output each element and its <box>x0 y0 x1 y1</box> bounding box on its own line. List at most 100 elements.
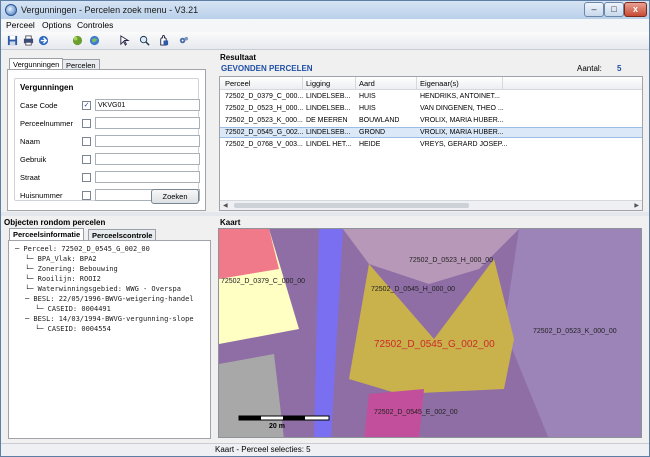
globe-green-icon[interactable] <box>72 35 83 46</box>
zoom-icon[interactable] <box>139 35 150 46</box>
table-row-selected[interactable]: 72502_D_0545_G_002... LINDELSEB... GROND… <box>220 127 642 138</box>
menu-options[interactable]: Options <box>42 20 71 30</box>
gebruik-checkbox[interactable] <box>82 155 91 164</box>
title-bar[interactable]: Vergunningen - Percelen zoek menu - V3.2… <box>1 1 649 19</box>
menu-bar: Perceel Options Controles <box>1 19 649 32</box>
field-label-case-code: Case Code <box>20 101 58 110</box>
count-value: 5 <box>617 64 622 73</box>
scroll-right-icon[interactable]: ▶ <box>634 202 639 209</box>
cell-aard: BOUWLAND <box>359 117 400 124</box>
col-ligging[interactable]: Ligging <box>306 79 330 88</box>
pan-icon[interactable] <box>158 35 169 46</box>
cell-aard: HEIDE <box>359 141 381 148</box>
table-row[interactable]: 72502_D_0523_K_000... DE MEEREN BOUWLAND… <box>220 116 642 127</box>
perceel-info-tree: ─ Perceel: 72502_D_0545_G_002_00 └─ BPA_… <box>8 240 211 439</box>
map-label: 72502_D_0545_E_002_00 <box>374 409 458 416</box>
tree-node[interactable]: ─ BESL: 22/05/1996-BWVG-weigering-handel <box>25 295 194 303</box>
map-pane-title: Kaart <box>220 218 241 227</box>
map-label: 72502_D_0523_H_000_00 <box>409 257 494 264</box>
cell-eigenaar: VROLIX, MARIA HUBER... <box>420 117 504 124</box>
cell-perceel: 72502_D_0379_C_000... <box>225 93 304 100</box>
col-divider <box>502 77 503 90</box>
globe-blue-icon[interactable] <box>89 35 100 46</box>
menu-perceel[interactable]: Perceel <box>6 20 35 30</box>
naam-input[interactable] <box>95 135 200 147</box>
cell-perceel: 72502_D_0768_V_003... <box>225 141 303 148</box>
cell-perceel: 72502_D_0545_G_002... <box>225 129 304 136</box>
cell-aard: HUIS <box>359 105 376 112</box>
col-aard[interactable]: Aard <box>359 79 375 88</box>
cell-ligging: LINDELSEB... <box>306 129 351 136</box>
result-pane-title: Resultaat <box>220 53 257 62</box>
field-label-perceelnummer: Perceelnummer <box>20 119 73 128</box>
huisnummer-checkbox[interactable] <box>82 191 91 200</box>
map-label: 72502_D_0523_K_000_00 <box>533 328 617 335</box>
scale-bar-segment <box>239 416 261 420</box>
col-divider <box>302 77 303 90</box>
map-label: 72502_D_0545_H_000_00 <box>371 286 456 293</box>
tree-node[interactable]: └─ Waterwinningsgebied: WWG - Overspa <box>25 285 181 293</box>
cell-ligging: LINDELSEB... <box>306 105 351 112</box>
col-perceel[interactable]: Perceel <box>225 79 250 88</box>
perceelnummer-checkbox[interactable] <box>82 119 91 128</box>
field-label-gebruik: Gebruik <box>20 155 47 164</box>
tab-perceelscontrole[interactable]: Perceelscontrole <box>88 229 157 240</box>
print-icon[interactable] <box>23 35 34 46</box>
tree-node[interactable]: └─ Zonering: Bebouwing <box>25 265 118 273</box>
perceelnummer-input[interactable] <box>95 117 200 129</box>
tree-node-perceel[interactable]: ─ Perceel: 72502_D_0545_G_002_00 <box>15 245 150 253</box>
table-row[interactable]: 72502_D_0523_H_000... LINDELSEB... HUIS … <box>220 104 642 115</box>
tree-node[interactable]: └─ BPA_Vlak: BPA2 <box>25 255 97 263</box>
col-divider <box>416 77 417 90</box>
scroll-left-icon[interactable]: ◀ <box>223 202 228 209</box>
case-code-input[interactable]: VKVG01 <box>95 99 200 111</box>
select-arrow-icon[interactable] <box>119 35 130 46</box>
map-label: 72502_D_0379_C_000_00 <box>221 278 306 285</box>
status-bar: Kaart - Perceel selecties: 5 <box>1 443 649 456</box>
window-title: Vergunningen - Percelen zoek menu - V3.2… <box>21 5 199 15</box>
gebruik-input[interactable] <box>95 153 200 165</box>
settings-icon[interactable] <box>178 35 189 46</box>
field-label-straat: Straat <box>20 173 41 182</box>
status-text: Kaart - Perceel selecties: 5 <box>215 445 311 454</box>
save-icon[interactable] <box>7 35 18 46</box>
close-button[interactable]: x <box>624 2 647 17</box>
tree-node[interactable]: └─ CASEID: 0004491 <box>35 305 111 313</box>
cell-aard: GROND <box>359 129 386 136</box>
table-row[interactable]: 72502_D_0379_C_000... LINDELSEB... HUIS … <box>220 92 642 103</box>
cell-eigenaar: VROLIX, MARIA HUBER... <box>420 129 504 136</box>
toolbar <box>1 32 649 50</box>
tree-node[interactable]: └─ Rooilijn: ROOI2 <box>25 275 101 283</box>
cell-perceel: 72502_D_0523_K_000... <box>225 117 303 124</box>
grid-header: Perceel Ligging Aard Eigenaar(s) <box>220 77 642 90</box>
export-icon[interactable] <box>38 35 49 46</box>
straat-checkbox[interactable] <box>82 173 91 182</box>
map-canvas[interactable]: 72502_D_0379_C_000_00 72502_D_0523_H_000… <box>218 228 642 438</box>
field-label-huisnummer: Huisnummer <box>20 191 63 200</box>
table-row[interactable]: 72502_D_0768_V_003... LINDEL HET... HEID… <box>220 140 642 151</box>
result-heading: GEVONDEN PERCELEN <box>221 64 313 73</box>
cell-ligging: LINDEL HET... <box>306 141 352 148</box>
naam-checkbox[interactable] <box>82 137 91 146</box>
search-panel: Vergunningen Case Code ✓ VKVG01 Perceeln… <box>7 69 206 211</box>
col-eigenaar[interactable]: Eigenaar(s) <box>420 79 459 88</box>
results-grid: Perceel Ligging Aard Eigenaar(s) 72502_D… <box>219 76 643 211</box>
scroll-thumb[interactable] <box>234 203 469 208</box>
tree-node[interactable]: └─ CASEID: 0004554 <box>35 325 111 333</box>
count-label: Aantal: <box>577 64 602 73</box>
case-code-checkbox[interactable]: ✓ <box>82 101 91 110</box>
search-group: Vergunningen Case Code ✓ VKVG01 Perceeln… <box>14 78 200 201</box>
tab-perceelsinformatie[interactable]: Perceelsinformatie <box>9 228 85 240</box>
zoeken-button[interactable]: Zoeken <box>151 189 199 204</box>
application-window: Vergunningen - Percelen zoek menu - V3.2… <box>0 0 650 457</box>
menu-controles[interactable]: Controles <box>77 20 113 30</box>
horizontal-splitter[interactable] <box>1 212 649 216</box>
minimize-button[interactable]: – <box>584 2 604 17</box>
objects-pane-title: Objecten rondom percelen <box>4 218 106 227</box>
straat-input[interactable] <box>95 171 200 183</box>
map-label-selected: 72502_D_0545_G_002_00 <box>374 339 495 350</box>
maximize-button[interactable]: □ <box>604 2 624 17</box>
tree-node[interactable]: ─ BESL: 14/03/1994-BWVG-vergunning-slope <box>25 315 194 323</box>
cell-perceel: 72502_D_0523_H_000... <box>225 105 304 112</box>
results-horizontal-scrollbar[interactable]: ◀ ▶ <box>220 200 642 210</box>
